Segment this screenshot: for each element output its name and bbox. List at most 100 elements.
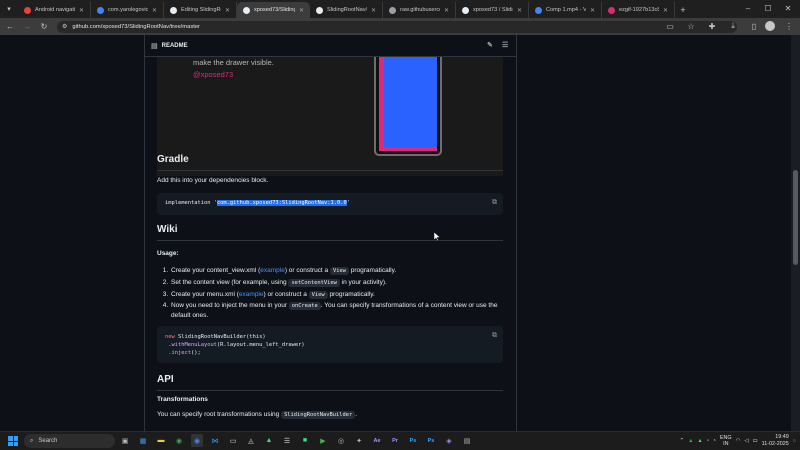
page-scrollbar[interactable] bbox=[791, 35, 800, 431]
tab-close-icon[interactable]: ✕ bbox=[663, 7, 668, 14]
copy-icon[interactable]: ⧉ bbox=[492, 331, 497, 339]
code-text: SlidingRootNavBuilder(this) bbox=[174, 334, 266, 340]
taskbar-search[interactable]: ⌕ Search bbox=[24, 434, 115, 448]
example-link[interactable]: example bbox=[239, 291, 264, 298]
tab-favicon-icon bbox=[24, 6, 31, 14]
windows-taskbar: ⌕ Search ▣ ▦ ▬ ◉ ◉ ⋈ ▭ ◬ ▲ ☰ ■ ▶ ◎ ✦ Ae … bbox=[0, 431, 800, 450]
after-effects-icon[interactable]: Ae bbox=[371, 434, 383, 447]
browser-tab[interactable]: SlidingRootNav/dem ✕ bbox=[310, 2, 383, 18]
file-explorer-icon[interactable]: ▬ bbox=[155, 434, 167, 447]
tab-label: Android navigation bbox=[35, 7, 75, 13]
tab-close-icon[interactable]: ✕ bbox=[299, 7, 304, 14]
widgets-icon[interactable]: ▦ bbox=[137, 434, 149, 447]
gradle-code-suffix: ' bbox=[346, 200, 351, 206]
extensions-puzzle-icon[interactable]: ✚ bbox=[705, 19, 719, 33]
inline-code: View bbox=[308, 291, 328, 299]
premiere-icon[interactable]: Pr bbox=[389, 434, 401, 447]
cast-icon[interactable]: ▭ bbox=[663, 19, 677, 33]
tray-app-icon[interactable]: ◔ bbox=[713, 438, 716, 444]
app-icon[interactable]: ✦ bbox=[353, 434, 365, 447]
tab-close-icon[interactable]: ✕ bbox=[79, 7, 84, 14]
notification-bell-icon[interactable]: ◌ bbox=[793, 438, 796, 444]
readme-header: ▤ README ✎ ☰ bbox=[145, 35, 516, 57]
browser-tab[interactable]: com.yarolegovich.sli ✕ bbox=[91, 2, 164, 18]
gradle-intro: Add this into your dependencies block. bbox=[157, 177, 269, 184]
code-keyword: new bbox=[165, 334, 175, 340]
tab-favicon-icon bbox=[97, 6, 104, 14]
taskbar-search-label: Search bbox=[38, 438, 58, 444]
example-link[interactable]: example bbox=[260, 267, 285, 274]
bookmark-star-icon[interactable]: ☆ bbox=[684, 19, 698, 33]
browser-tab[interactable]: Editing SlidingRootN ✕ bbox=[164, 2, 237, 18]
settings-app-icon[interactable]: ☰ bbox=[281, 434, 293, 447]
tab-close-icon[interactable]: ✕ bbox=[444, 7, 449, 14]
photoshop-icon[interactable]: Ps bbox=[407, 434, 419, 447]
outline-list-icon[interactable]: ☰ bbox=[502, 41, 508, 49]
inline-code: onCreate bbox=[288, 302, 321, 310]
terminal-icon[interactable]: ▭ bbox=[227, 434, 239, 447]
tray-app-icon[interactable]: ▫ bbox=[707, 438, 709, 444]
vscode-icon[interactable]: ⋈ bbox=[209, 434, 221, 447]
scrollbar-thumb[interactable] bbox=[793, 170, 798, 265]
gradle-code-selection[interactable]: com.github.xposed73:SlidingRootNav:1.0.0 bbox=[216, 200, 347, 206]
tab-close-icon[interactable]: ✕ bbox=[152, 7, 157, 14]
minimize-icon[interactable]: – bbox=[738, 0, 758, 16]
profile-avatar[interactable] bbox=[765, 21, 775, 31]
browser-tab[interactable]: ezgif-1927b13c85e9 ✕ bbox=[602, 2, 675, 18]
copy-icon[interactable]: ⧉ bbox=[492, 198, 497, 207]
back-arrow-icon[interactable]: ← bbox=[3, 20, 17, 34]
lang-bottom: IN bbox=[723, 441, 729, 447]
browser-tab[interactable]: xposed73/SlidingRoo ✕ bbox=[237, 2, 310, 18]
app-icon[interactable]: ◈ bbox=[443, 434, 455, 447]
tab-close-icon[interactable]: ✕ bbox=[590, 7, 595, 14]
language-indicator[interactable]: ENG IN bbox=[720, 435, 732, 447]
close-window-icon[interactable]: ✕ bbox=[778, 0, 798, 16]
app-icon[interactable]: ■ bbox=[299, 434, 311, 447]
transformations-text: You can specify root transformations usi… bbox=[157, 411, 357, 419]
browser-tab[interactable]: Comp 1.mp4 - Video ✕ bbox=[529, 2, 602, 18]
chrome-icon[interactable]: ◉ bbox=[173, 434, 185, 447]
site-info-icon[interactable]: ⚙ bbox=[62, 23, 67, 30]
browser-tab[interactable]: xposed73 / SlidingR ✕ bbox=[456, 2, 529, 18]
code-text: (); bbox=[190, 350, 201, 356]
download-icon[interactable]: ⤓ bbox=[726, 19, 740, 33]
address-bar[interactable]: ⚙ github.com/xposed73/SlidingRootNav/tre… bbox=[57, 20, 737, 33]
github-desktop-icon[interactable]: ◎ bbox=[335, 434, 347, 447]
android-studio-icon[interactable]: ◬ bbox=[245, 434, 257, 447]
wifi-icon[interactable]: ◠ bbox=[736, 438, 741, 444]
tab-close-icon[interactable]: ✕ bbox=[371, 7, 376, 14]
edit-pencil-icon[interactable]: ✎ bbox=[487, 41, 493, 49]
menu-kebab-icon[interactable]: ⋮ bbox=[782, 19, 796, 33]
search-icon: ⌕ bbox=[30, 437, 34, 444]
code-function: .withMenuLayout bbox=[168, 342, 217, 348]
new-tab-plus-icon[interactable]: + bbox=[675, 2, 691, 18]
chrome-active-icon[interactable]: ◉ bbox=[191, 434, 203, 447]
sidebar-icon[interactable]: ▯ bbox=[747, 19, 761, 33]
tab-favicon-icon bbox=[608, 6, 615, 14]
tab-search-icon[interactable]: ▾ bbox=[0, 0, 18, 18]
app-icon[interactable]: ▲ bbox=[263, 434, 275, 447]
windows-start-icon[interactable] bbox=[8, 436, 18, 446]
clock[interactable]: 19:49 11-02-2025 bbox=[762, 434, 789, 448]
battery-icon[interactable]: ▭ bbox=[753, 438, 758, 444]
chevron-up-icon[interactable]: ⌃ bbox=[680, 438, 685, 444]
demo-handle: @xposed73 bbox=[193, 70, 234, 79]
forward-arrow-icon[interactable]: → bbox=[20, 20, 34, 34]
step-text: Create your content_view.xml ( bbox=[171, 267, 261, 274]
tray-app-icon[interactable]: ▲ bbox=[688, 438, 693, 444]
photoshop-icon[interactable]: Ps bbox=[425, 434, 437, 447]
reload-icon[interactable]: ↻ bbox=[37, 20, 51, 34]
tab-close-icon[interactable]: ✕ bbox=[225, 7, 230, 14]
tray-app-icon[interactable]: ▲ bbox=[697, 438, 702, 444]
step-text: programatically. bbox=[348, 267, 397, 274]
tab-close-icon[interactable]: ✕ bbox=[517, 7, 522, 14]
play-icon[interactable]: ▶ bbox=[317, 434, 329, 447]
task-view-icon[interactable]: ▣ bbox=[119, 434, 131, 447]
browser-tab[interactable]: raw.githubuserconte ✕ bbox=[383, 2, 456, 18]
maximize-icon[interactable]: ☐ bbox=[758, 0, 778, 16]
tab-label: xposed73 / SlidingR bbox=[473, 7, 513, 13]
volume-icon[interactable]: ◁ bbox=[744, 438, 748, 444]
browser-tab[interactable]: Android navigation ✕ bbox=[18, 2, 91, 18]
code-line: .withMenuLayout(R.layout.menu_left_drawe… bbox=[165, 341, 495, 349]
app-icon[interactable]: ▤ bbox=[461, 434, 473, 447]
